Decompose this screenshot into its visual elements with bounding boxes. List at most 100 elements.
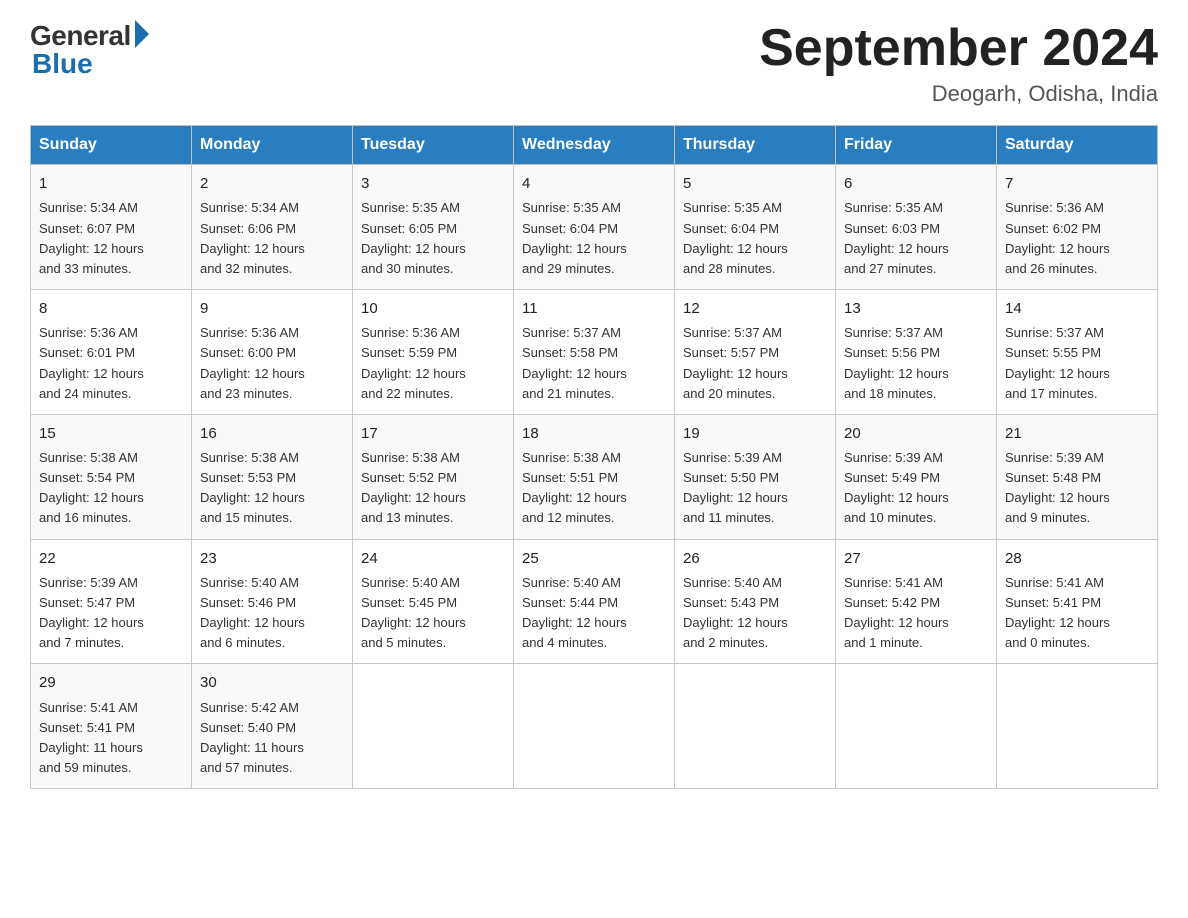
calendar-cell: 30 Sunrise: 5:42 AMSunset: 5:40 PMDayligh… [192, 664, 353, 789]
day-number: 22 [39, 547, 183, 570]
location-text: Deogarh, Odisha, India [759, 81, 1158, 107]
calendar-cell: 10Sunrise: 5:36 AMSunset: 5:59 PMDayligh… [353, 290, 514, 415]
calendar-cell: 29 Sunrise: 5:41 AMSunset: 5:41 PMDayligh… [31, 664, 192, 789]
day-number: 12 [683, 297, 827, 320]
calendar-cell: 6 Sunrise: 5:35 AMSunset: 6:03 PMDaylight… [836, 165, 997, 290]
calendar-cell: 9Sunrise: 5:36 AMSunset: 6:00 PMDaylight… [192, 290, 353, 415]
week-row: 29 Sunrise: 5:41 AMSunset: 5:41 PMDayligh… [31, 664, 1158, 789]
calendar-cell [514, 664, 675, 789]
logo-blue-text: Blue [30, 48, 93, 80]
day-number: 17 [361, 422, 505, 445]
calendar-cell [997, 664, 1158, 789]
week-row: 15 Sunrise: 5:38 AMSunset: 5:54 PMDayligh… [31, 414, 1158, 539]
day-detail: Sunrise: 5:41 AMSunset: 5:42 PMDaylight:… [844, 573, 988, 654]
calendar-cell: 28Sunrise: 5:41 AMSunset: 5:41 PMDayligh… [997, 539, 1158, 664]
day-number: 1 [39, 172, 183, 195]
day-detail: Sunrise: 5:35 AMSunset: 6:04 PMDaylight:… [522, 198, 666, 279]
day-number: 16 [200, 422, 344, 445]
day-number: 11 [522, 297, 666, 320]
day-number: 18 [522, 422, 666, 445]
day-detail: Sunrise: 5:39 AMSunset: 5:48 PMDaylight:… [1005, 448, 1149, 529]
day-detail: Sunrise: 5:40 AMSunset: 5:43 PMDaylight:… [683, 573, 827, 654]
calendar-cell: 12 Sunrise: 5:37 AMSunset: 5:57 PMDayligh… [675, 290, 836, 415]
calendar-cell: 7Sunrise: 5:36 AMSunset: 6:02 PMDaylight… [997, 165, 1158, 290]
calendar-cell [836, 664, 997, 789]
calendar-cell: 14 Sunrise: 5:37 AMSunset: 5:55 PMDayligh… [997, 290, 1158, 415]
calendar-cell: 5 Sunrise: 5:35 AMSunset: 6:04 PMDaylight… [675, 165, 836, 290]
day-detail: Sunrise: 5:36 AMSunset: 6:01 PMDaylight:… [39, 323, 183, 404]
day-detail: Sunrise: 5:34 AMSunset: 6:06 PMDaylight:… [200, 198, 344, 279]
header-row: SundayMondayTuesdayWednesdayThursdayFrid… [31, 126, 1158, 165]
calendar-cell: 11 Sunrise: 5:37 AMSunset: 5:58 PMDayligh… [514, 290, 675, 415]
day-detail: Sunrise: 5:39 AMSunset: 5:50 PMDaylight:… [683, 448, 827, 529]
col-header-saturday: Saturday [997, 126, 1158, 165]
day-number: 28 [1005, 547, 1149, 570]
week-row: 8Sunrise: 5:36 AMSunset: 6:01 PMDaylight… [31, 290, 1158, 415]
day-number: 14 [1005, 297, 1149, 320]
day-detail: Sunrise: 5:37 AMSunset: 5:55 PMDaylight:… [1005, 323, 1149, 404]
day-detail: Sunrise: 5:34 AMSunset: 6:07 PMDaylight:… [39, 198, 183, 279]
day-detail: Sunrise: 5:41 AMSunset: 5:41 PMDaylight:… [39, 698, 183, 779]
day-detail: Sunrise: 5:35 AMSunset: 6:05 PMDaylight:… [361, 198, 505, 279]
calendar-cell: 1 Sunrise: 5:34 AMSunset: 6:07 PMDaylight… [31, 165, 192, 290]
calendar-cell: 13Sunrise: 5:37 AMSunset: 5:56 PMDayligh… [836, 290, 997, 415]
day-number: 15 [39, 422, 183, 445]
title-section: September 2024 Deogarh, Odisha, India [759, 20, 1158, 107]
day-number: 20 [844, 422, 988, 445]
calendar-cell: 16 Sunrise: 5:38 AMSunset: 5:53 PMDayligh… [192, 414, 353, 539]
col-header-sunday: Sunday [31, 126, 192, 165]
day-number: 5 [683, 172, 827, 195]
day-detail: Sunrise: 5:40 AMSunset: 5:44 PMDaylight:… [522, 573, 666, 654]
calendar-cell: 15 Sunrise: 5:38 AMSunset: 5:54 PMDayligh… [31, 414, 192, 539]
day-detail: Sunrise: 5:38 AMSunset: 5:52 PMDaylight:… [361, 448, 505, 529]
calendar-cell: 3 Sunrise: 5:35 AMSunset: 6:05 PMDaylight… [353, 165, 514, 290]
day-detail: Sunrise: 5:37 AMSunset: 5:57 PMDaylight:… [683, 323, 827, 404]
month-title: September 2024 [759, 20, 1158, 77]
day-detail: Sunrise: 5:38 AMSunset: 5:54 PMDaylight:… [39, 448, 183, 529]
calendar-cell: 2 Sunrise: 5:34 AMSunset: 6:06 PMDaylight… [192, 165, 353, 290]
col-header-tuesday: Tuesday [353, 126, 514, 165]
day-number: 19 [683, 422, 827, 445]
day-detail: Sunrise: 5:35 AMSunset: 6:04 PMDaylight:… [683, 198, 827, 279]
calendar-cell: 19 Sunrise: 5:39 AMSunset: 5:50 PMDayligh… [675, 414, 836, 539]
day-number: 6 [844, 172, 988, 195]
day-number: 29 [39, 671, 183, 694]
col-header-monday: Monday [192, 126, 353, 165]
calendar-cell: 24 Sunrise: 5:40 AMSunset: 5:45 PMDayligh… [353, 539, 514, 664]
logo: General Blue [30, 20, 149, 80]
calendar-cell: 26 Sunrise: 5:40 AMSunset: 5:43 PMDayligh… [675, 539, 836, 664]
calendar-cell: 17 Sunrise: 5:38 AMSunset: 5:52 PMDayligh… [353, 414, 514, 539]
calendar-cell [353, 664, 514, 789]
day-detail: Sunrise: 5:36 AMSunset: 6:00 PMDaylight:… [200, 323, 344, 404]
calendar-cell: 25 Sunrise: 5:40 AMSunset: 5:44 PMDayligh… [514, 539, 675, 664]
day-number: 25 [522, 547, 666, 570]
calendar-cell [675, 664, 836, 789]
day-number: 3 [361, 172, 505, 195]
calendar-cell: 22 Sunrise: 5:39 AMSunset: 5:47 PMDayligh… [31, 539, 192, 664]
day-number: 21 [1005, 422, 1149, 445]
col-header-thursday: Thursday [675, 126, 836, 165]
calendar-cell: 20Sunrise: 5:39 AMSunset: 5:49 PMDayligh… [836, 414, 997, 539]
page-header: General Blue September 2024 Deogarh, Odi… [30, 20, 1158, 107]
day-detail: Sunrise: 5:35 AMSunset: 6:03 PMDaylight:… [844, 198, 988, 279]
calendar-cell: 18 Sunrise: 5:38 AMSunset: 5:51 PMDayligh… [514, 414, 675, 539]
day-number: 24 [361, 547, 505, 570]
day-number: 2 [200, 172, 344, 195]
calendar-cell: 21 Sunrise: 5:39 AMSunset: 5:48 PMDayligh… [997, 414, 1158, 539]
day-detail: Sunrise: 5:38 AMSunset: 5:51 PMDaylight:… [522, 448, 666, 529]
calendar-table: SundayMondayTuesdayWednesdayThursdayFrid… [30, 125, 1158, 789]
day-detail: Sunrise: 5:37 AMSunset: 5:58 PMDaylight:… [522, 323, 666, 404]
day-detail: Sunrise: 5:38 AMSunset: 5:53 PMDaylight:… [200, 448, 344, 529]
week-row: 1 Sunrise: 5:34 AMSunset: 6:07 PMDaylight… [31, 165, 1158, 290]
day-detail: Sunrise: 5:40 AMSunset: 5:46 PMDaylight:… [200, 573, 344, 654]
day-detail: Sunrise: 5:42 AMSunset: 5:40 PMDaylight:… [200, 698, 344, 779]
day-detail: Sunrise: 5:40 AMSunset: 5:45 PMDaylight:… [361, 573, 505, 654]
day-detail: Sunrise: 5:39 AMSunset: 5:47 PMDaylight:… [39, 573, 183, 654]
col-header-wednesday: Wednesday [514, 126, 675, 165]
day-number: 4 [522, 172, 666, 195]
day-number: 26 [683, 547, 827, 570]
day-detail: Sunrise: 5:36 AMSunset: 5:59 PMDaylight:… [361, 323, 505, 404]
day-number: 30 [200, 671, 344, 694]
calendar-cell: 4 Sunrise: 5:35 AMSunset: 6:04 PMDaylight… [514, 165, 675, 290]
week-row: 22 Sunrise: 5:39 AMSunset: 5:47 PMDayligh… [31, 539, 1158, 664]
